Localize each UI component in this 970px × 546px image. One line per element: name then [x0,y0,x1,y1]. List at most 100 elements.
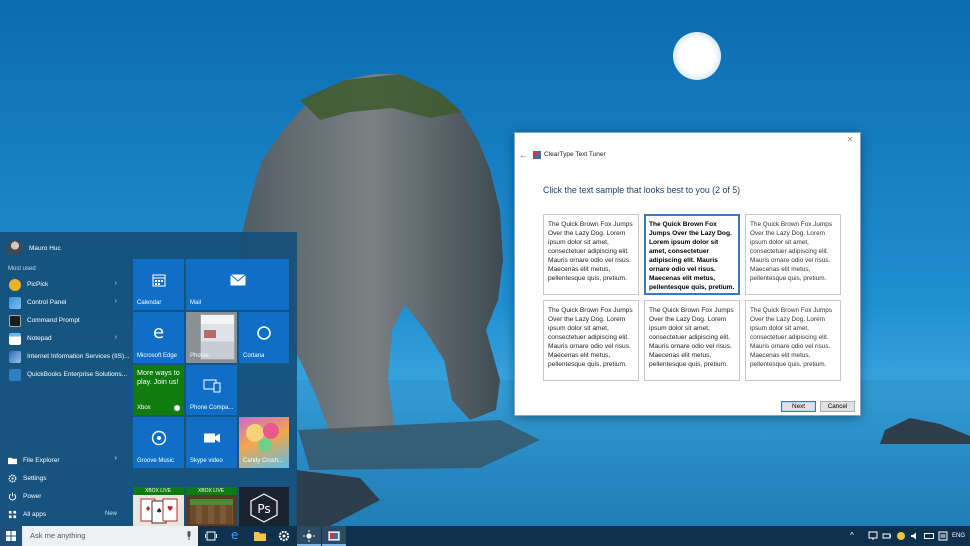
app-iis[interactable]: Internet Information Services (IIS)... [0,348,130,365]
taskbar-file-explorer[interactable] [248,526,272,546]
app-notepad[interactable]: Notepad › [0,330,128,347]
tile-xbox[interactable]: More ways to play. Join us! Xbox [133,365,184,415]
app-label: Internet Information Services (IIS)... [27,353,130,360]
text-sample-3[interactable]: The Quick Brown Fox Jumps Over the Lazy … [745,214,841,295]
battery-icon[interactable] [882,531,892,541]
tile-label: Skype video [190,458,223,464]
close-icon[interactable]: ✕ [844,135,856,145]
taskbar-cleartype[interactable] [322,526,346,546]
chevron-right-icon[interactable]: › [115,455,117,462]
text-sample-4[interactable]: The Quick Brown Fox Jumps Over the Lazy … [543,300,639,381]
app-picpick[interactable]: PicPick › [0,276,128,293]
back-arrow-icon[interactable]: ← [519,150,529,160]
microphone-icon[interactable] [186,531,192,540]
app-label: Control Panel [27,299,67,306]
folder-icon [8,457,17,465]
tile-mail[interactable]: Mail [186,259,289,310]
tile-solitaire[interactable]: XBOX LIVE ♦ ♠ ♥ [133,487,184,526]
cancel-button[interactable]: Cancel [820,401,855,412]
iis-icon [9,350,21,363]
network-icon[interactable] [868,531,878,541]
settings-label: Settings [23,475,47,482]
action-center-icon[interactable] [938,531,948,541]
playing-cards-icon: ♦ ♠ ♥ [140,498,178,524]
app-label: Notepad [27,335,52,342]
settings-item[interactable]: Settings [0,470,128,487]
all-apps-label: All apps [23,511,47,518]
chevron-right-icon[interactable]: › [115,280,117,287]
svg-text:♥: ♥ [167,505,173,513]
file-explorer-item[interactable]: File Explorer › [0,452,128,469]
file-explorer-label: File Explorer [23,457,60,464]
app-command-prompt[interactable]: Command Prompt [0,312,128,329]
text-sample-5[interactable]: The Quick Brown Fox Jumps Over the Lazy … [644,300,740,381]
app-control-panel[interactable]: Control Panel › [0,294,128,311]
new-badge: New [104,511,117,517]
start-button[interactable] [0,526,22,546]
speaker-icon[interactable] [910,531,920,541]
app-quickbooks[interactable]: QuickBooks Enterprise Solutions... [0,366,128,383]
tile-candy-crush[interactable]: Candy Crush... [239,417,289,468]
calendar-icon [152,274,165,287]
language-indicator[interactable]: ENG [952,532,965,540]
taskbar-brightness-app[interactable] [297,526,321,546]
power-label: Power [23,493,42,500]
user-avatar [7,240,23,256]
task-view-button[interactable] [199,526,223,546]
taskbar-edge[interactable]: e [224,526,248,546]
chevron-up-icon[interactable]: ^ [850,531,860,541]
photos-preview-swatch [204,330,216,338]
taskbar-settings[interactable] [272,526,296,546]
text-sample-1[interactable]: The Quick Brown Fox Jumps Over the Lazy … [543,214,639,295]
keyboard-icon[interactable] [924,531,934,541]
chevron-right-icon[interactable]: › [115,334,117,341]
tile-photos[interactable]: Photos [186,312,237,363]
user-account[interactable]: Mauro Huc [7,240,61,256]
xbox-icon [174,405,180,411]
cleartype-dialog: ✕ ← ClearType Text Tuner Click the text … [514,132,861,416]
minecraft-icon [190,499,233,524]
tile-label: Xbox [137,405,151,411]
text-sample-2[interactable]: The Quick Brown Fox Jumps Over the Lazy … [644,214,740,295]
control-panel-icon [9,296,21,309]
search-placeholder: Ask me anything [30,531,86,540]
all-apps-item[interactable]: All apps New [0,506,128,523]
app-label: QuickBooks Enterprise Solutions... [27,371,128,378]
tile-label: Cortana [243,353,265,359]
tile-groove-music[interactable]: Groove Music [133,417,184,468]
dialog-title: ClearType Text Tuner [544,151,606,158]
tile-microsoft-edge[interactable]: e Microsoft Edge [133,312,184,363]
sample-text: The Quick Brown Fox Jumps Over the Lazy … [548,307,633,368]
edge-icon: e [231,528,239,542]
tile-minecraft[interactable]: XBOX LIVE [186,487,237,526]
command-prompt-icon [9,314,21,327]
cortana-icon [257,326,271,341]
app-label: Command Prompt [27,317,80,324]
text-sample-6[interactable]: The Quick Brown Fox Jumps Over the Lazy … [745,300,841,381]
edge-icon: e [152,322,165,344]
tile-label: Photos [190,353,209,359]
picpick-icon [9,278,21,291]
xbox-promo-text: More ways to play. Join us! [137,368,180,386]
xbox-live-label: XBOX LIVE [198,488,225,494]
groove-music-icon [151,431,166,446]
candy-crush-icon [246,423,279,452]
tile-photoshop-express[interactable]: Ps [239,487,289,526]
notepad-icon [9,332,21,345]
start-menu: Mauro Huc Most used PicPick › Control Pa… [0,232,297,526]
sample-text: The Quick Brown Fox Jumps Over the Lazy … [548,221,633,282]
emoji-icon[interactable] [896,531,906,541]
search-box[interactable]: Ask me anything [22,526,198,546]
sample-text: The Quick Brown Fox Jumps Over the Lazy … [750,221,833,282]
tile-cortana[interactable]: Cortana [239,312,289,363]
power-item[interactable]: Power [0,488,128,505]
gear-icon [278,530,290,542]
gear-icon [8,474,17,483]
sample-text: The Quick Brown Fox Jumps Over the Lazy … [649,221,735,291]
next-button[interactable]: Next [781,401,816,412]
tile-phone-companion[interactable]: Phone Compa... [186,365,237,415]
tile-skype-video[interactable]: Skype video [186,417,237,468]
tile-label: Candy Crush... [243,458,284,464]
chevron-right-icon[interactable]: › [115,298,117,305]
tile-calendar[interactable]: Calendar [133,259,184,310]
